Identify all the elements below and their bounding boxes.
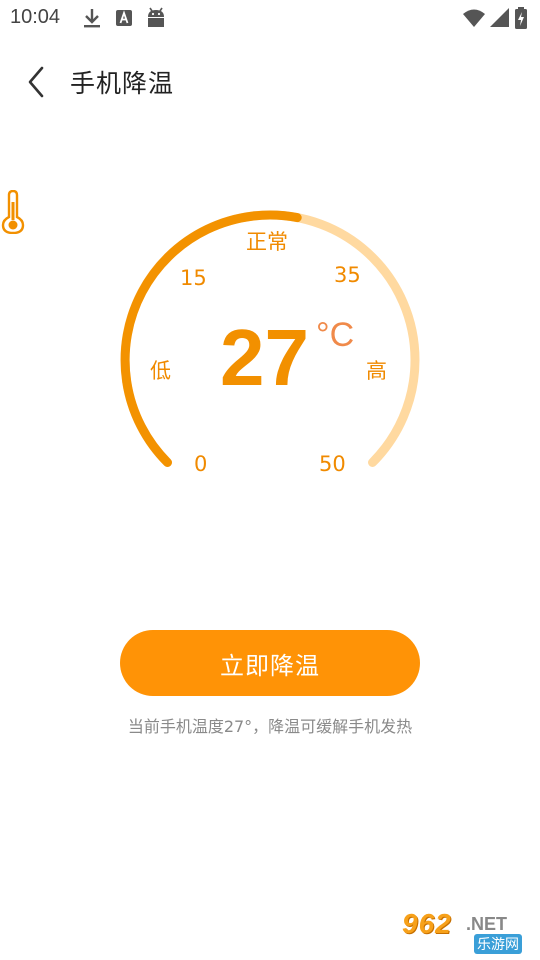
watermark-suffix: .NET: [466, 914, 508, 934]
watermark-number: 962: [402, 908, 452, 939]
status-time: 10:04: [10, 6, 61, 28]
back-arrow-icon: [28, 66, 44, 98]
battery-icon: [515, 7, 527, 29]
site-watermark-logo: 962 .NET 乐游网: [402, 906, 534, 954]
temperature-unit: °C: [316, 316, 355, 354]
high-label: 高: [366, 359, 387, 383]
temperature-value: 27: [220, 313, 309, 402]
page-title: 手机降温: [70, 69, 175, 98]
thermometer-icon: [1, 190, 25, 234]
tick-50: 50: [319, 452, 346, 476]
app-header: 手机降温: [0, 50, 540, 114]
wifi-icon: [463, 9, 485, 27]
status-label: 正常: [246, 230, 288, 254]
back-button[interactable]: [18, 62, 58, 102]
temperature-hint: 当前手机温度27°，降温可缓解手机发热: [127, 717, 413, 736]
a-notification-icon: [116, 10, 132, 26]
watermark-cn: 乐游网: [474, 934, 522, 954]
cell-signal-icon: [490, 8, 509, 27]
tick-35: 35: [334, 263, 361, 287]
status-bar: 10:04: [0, 0, 540, 36]
tick-15: 15: [180, 266, 207, 290]
android-icon: [148, 7, 164, 27]
temperature-gauge: 正常 15 35 低 高 0 50 27 °C: [0, 190, 540, 500]
cool-down-button[interactable]: 立即降温: [120, 630, 420, 696]
low-label: 低: [150, 359, 171, 383]
tick-0: 0: [194, 452, 208, 476]
download-icon: [84, 9, 100, 28]
